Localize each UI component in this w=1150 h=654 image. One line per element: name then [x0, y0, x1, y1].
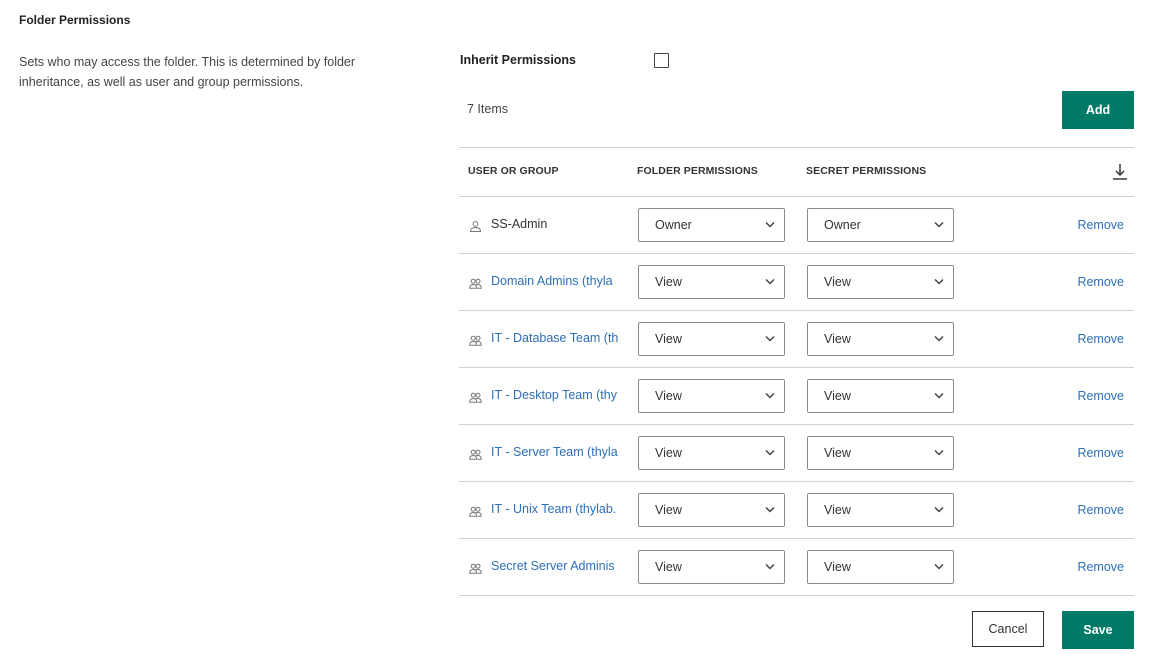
remove-link[interactable]: Remove — [1077, 446, 1124, 460]
folder-permission-value: View — [655, 503, 682, 517]
folder-permission-select[interactable]: View — [638, 322, 785, 356]
chevron-down-icon — [934, 221, 944, 228]
inherit-permissions-label: Inherit Permissions — [460, 53, 577, 67]
secret-permission-value: View — [824, 275, 851, 289]
table-row: IT - Server Team (thyla View View Remove — [459, 425, 1134, 482]
folder-permission-select[interactable]: View — [638, 493, 785, 527]
table-row: IT - Database Team (th View View Remove — [459, 311, 1134, 368]
section-title: Folder Permissions — [19, 13, 131, 27]
secret-permission-select[interactable]: View — [807, 322, 954, 356]
chevron-down-icon — [934, 335, 944, 342]
secret-permission-value: View — [824, 560, 851, 574]
section-description: Sets who may access the folder. This is … — [19, 55, 356, 89]
table-body: SS-Admin Owner Owner Remove Domain Admins (t… — [459, 197, 1134, 596]
permissions-table: USER OR GROUP FOLDER PERMISSIONS SECRET … — [459, 147, 1134, 596]
table-row: IT - Unix Team (thylab. View View Remove — [459, 482, 1134, 539]
user-or-group-name[interactable]: IT - Desktop Team (thy — [491, 388, 619, 402]
user-or-group-name[interactable]: IT - Server Team (thyla — [491, 445, 619, 459]
chevron-down-icon — [765, 449, 775, 456]
column-header-folder-permissions: FOLDER PERMISSIONS — [637, 165, 758, 177]
secret-permission-value: View — [824, 503, 851, 517]
folder-permission-value: View — [655, 332, 682, 346]
column-header-user-or-group: USER OR GROUP — [468, 165, 559, 177]
folder-permission-value: View — [655, 560, 682, 574]
folder-permission-value: Owner — [655, 218, 692, 232]
group-icon — [469, 390, 482, 403]
user-or-group-name[interactable]: Secret Server Adminis — [491, 559, 619, 573]
remove-link[interactable]: Remove — [1077, 560, 1124, 574]
cancel-button[interactable]: Cancel — [972, 611, 1044, 647]
chevron-down-icon — [934, 449, 944, 456]
chevron-down-icon — [934, 563, 944, 570]
column-header-secret-permissions: SECRET PERMISSIONS — [806, 165, 927, 177]
chevron-down-icon — [765, 563, 775, 570]
chevron-down-icon — [934, 278, 944, 285]
folder-permission-value: View — [655, 275, 682, 289]
user-or-group-name: SS-Admin — [491, 217, 548, 231]
save-button[interactable]: Save — [1062, 611, 1134, 649]
folder-permission-value: View — [655, 446, 682, 460]
chevron-down-icon — [934, 392, 944, 399]
folder-permission-select[interactable]: View — [638, 379, 785, 413]
group-icon — [469, 333, 482, 346]
secret-permission-select[interactable]: View — [807, 493, 954, 527]
chevron-down-icon — [765, 506, 775, 513]
remove-link[interactable]: Remove — [1077, 275, 1124, 289]
remove-link[interactable]: Remove — [1077, 389, 1124, 403]
item-count: 7 Items — [467, 102, 508, 116]
secret-permission-value: View — [824, 446, 851, 460]
remove-link[interactable]: Remove — [1077, 332, 1124, 346]
secret-permission-value: Owner — [824, 218, 861, 232]
folder-permission-select[interactable]: View — [638, 550, 785, 584]
secret-permission-select[interactable]: View — [807, 436, 954, 470]
chevron-down-icon — [765, 392, 775, 399]
chevron-down-icon — [765, 221, 775, 228]
secret-permission-value: View — [824, 389, 851, 403]
secret-permission-select[interactable]: View — [807, 379, 954, 413]
table-row: Secret Server Adminis View View Remove — [459, 539, 1134, 596]
table-header: USER OR GROUP FOLDER PERMISSIONS SECRET … — [459, 147, 1134, 197]
secret-permission-select[interactable]: Owner — [807, 208, 954, 242]
download-icon[interactable] — [1111, 162, 1129, 182]
chevron-down-icon — [765, 278, 775, 285]
group-icon — [469, 504, 482, 517]
table-row: Domain Admins (thyla View View Remove — [459, 254, 1134, 311]
user-or-group-name[interactable]: IT - Unix Team (thylab. — [491, 502, 619, 516]
group-icon — [469, 276, 482, 289]
group-icon — [469, 447, 482, 460]
secret-permission-select[interactable]: View — [807, 265, 954, 299]
table-row: SS-Admin Owner Owner Remove — [459, 197, 1134, 254]
user-or-group-name[interactable]: IT - Database Team (th — [491, 331, 619, 345]
remove-link[interactable]: Remove — [1077, 503, 1124, 517]
group-icon — [469, 561, 482, 574]
secret-permission-select[interactable]: View — [807, 550, 954, 584]
folder-permission-select[interactable]: Owner — [638, 208, 785, 242]
folder-permission-select[interactable]: View — [638, 436, 785, 470]
user-or-group-name[interactable]: Domain Admins (thyla — [491, 274, 619, 288]
user-icon — [469, 219, 482, 232]
chevron-down-icon — [765, 335, 775, 342]
inherit-permissions-checkbox[interactable] — [654, 53, 669, 68]
folder-permission-select[interactable]: View — [638, 265, 785, 299]
secret-permission-value: View — [824, 332, 851, 346]
table-row: IT - Desktop Team (thy View View Remove — [459, 368, 1134, 425]
remove-link[interactable]: Remove — [1077, 218, 1124, 232]
folder-permission-value: View — [655, 389, 682, 403]
add-button[interactable]: Add — [1062, 91, 1134, 129]
chevron-down-icon — [934, 506, 944, 513]
